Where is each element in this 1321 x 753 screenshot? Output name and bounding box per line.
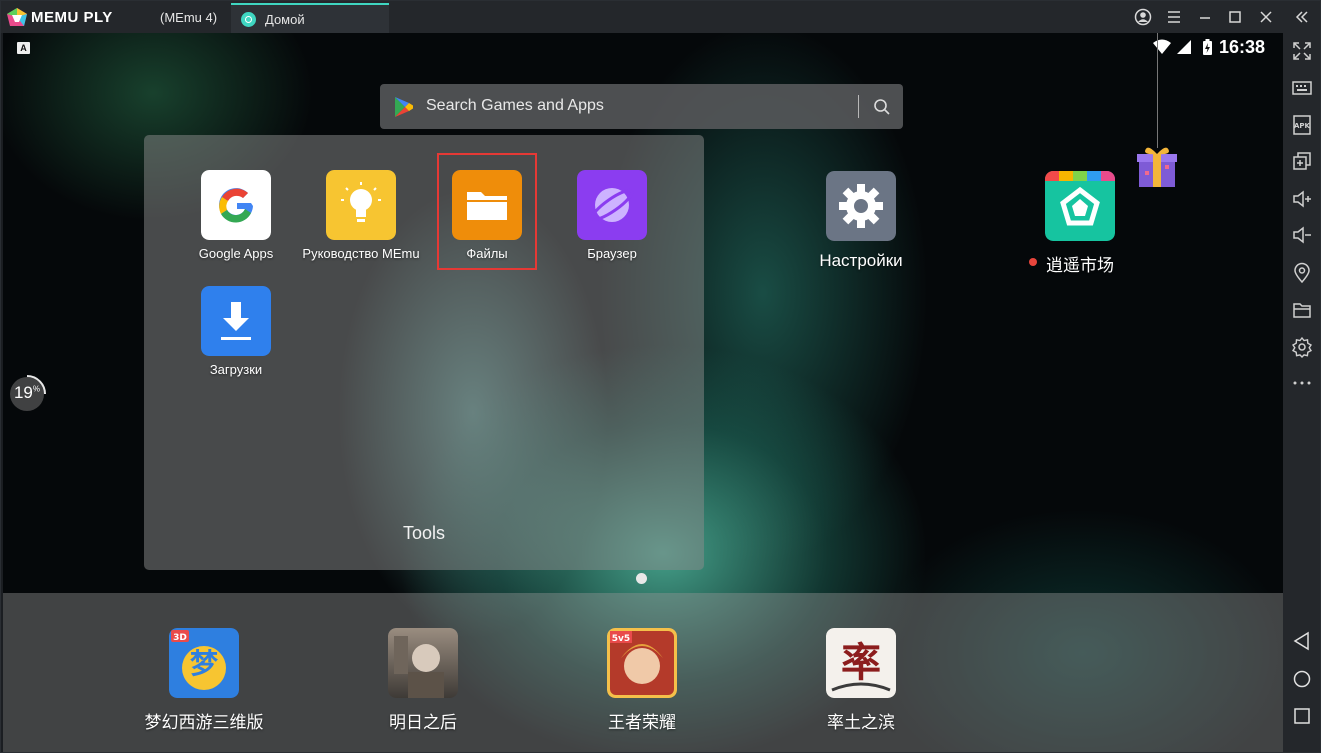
search-divider [858,95,859,118]
signal-icon [1177,40,1191,54]
memu-window: MEMU PLY (MEmu 4) Домой A 16:38 Search G… [0,0,1321,753]
minimize-icon[interactable] [1195,7,1215,27]
collapse-icon[interactable] [1292,7,1312,27]
app-label: 梦幻西游三维版 [144,713,264,732]
game-dream-icon: 梦 3D [169,628,239,698]
app-label: Руководство MEmu [302,246,420,261]
tool-sidebar: APK [1283,33,1320,752]
keyboard-icon[interactable] [1291,77,1313,99]
tools-folder: Google Apps Руководство MEmu Файлы Брауз… [144,135,704,570]
download-icon [201,286,271,356]
tab-home-label: Домой [265,12,305,27]
android-screen[interactable]: A 16:38 Search Games and Apps Google App… [3,33,1283,752]
new-badge-dot [1029,258,1037,266]
search-input[interactable]: Search Games and Apps [426,97,604,115]
user-icon[interactable] [1133,7,1153,27]
brand-name: MEMU PLY [31,9,113,26]
files-icon[interactable] [1291,299,1313,321]
planet-icon [577,170,647,240]
fullscreen-icon[interactable] [1291,40,1313,62]
svg-text:率: 率 [841,639,881,686]
app-label: 明日之后 [389,713,457,732]
lightbulb-icon [326,170,396,240]
app-label: Браузер [587,246,637,261]
svg-text:5v5: 5v5 [612,634,630,644]
game-land-icon: 率 [826,628,896,698]
market-icon [1045,171,1115,241]
app-label: Google Apps [198,246,274,261]
back-icon[interactable] [1291,630,1313,652]
selection-highlight [437,153,537,270]
close-icon[interactable] [1256,7,1276,27]
input-method-badge: A [17,42,30,54]
title-bar: MEMU PLY (MEmu 4) Домой [1,1,1320,33]
svg-text:3D: 3D [173,633,187,643]
volume-down-icon[interactable] [1291,224,1313,246]
svg-text:APK: APK [1294,122,1311,130]
game-tomorrow-icon [388,628,458,698]
instance-name: (MEmu 4) [160,10,218,25]
brand-play: Y [102,9,113,26]
app-label: Настройки [819,251,903,270]
maximize-icon[interactable] [1225,7,1245,27]
app-label: 逍遥市场 [1046,256,1114,275]
memu-logo-icon [7,8,27,26]
volume-up-icon[interactable] [1291,188,1313,210]
progress-value: 19% [8,383,46,403]
search-icon[interactable] [872,97,892,117]
status-icons [1153,39,1212,55]
app-label: 率土之滨 [827,713,895,732]
more-icon[interactable] [1291,372,1313,394]
page-indicator-dot [636,573,647,584]
wifi-icon [1153,39,1171,54]
recents-icon[interactable] [1291,705,1313,727]
dock: 梦 3D 梦幻西游三维版 明日之后 5v5 王者荣耀 率 率土之滨 [3,593,1283,752]
multi-window-icon[interactable] [1291,150,1313,172]
search-bar[interactable]: Search Games and Apps [380,84,903,129]
game-honor-icon: 5v5 [607,628,677,698]
location-icon[interactable] [1291,262,1313,284]
apk-icon[interactable]: APK [1291,114,1313,136]
status-clock: 16:38 [1219,37,1266,57]
google-icon [201,170,271,240]
progress-unit: % [32,384,41,394]
menu-icon[interactable] [1164,7,1184,27]
app-label: 王者荣耀 [608,713,676,732]
tab-home[interactable]: Домой [231,3,389,33]
settings-icon[interactable] [1291,336,1313,358]
gear-icon [826,171,896,241]
progress-number: 19 [13,383,33,402]
home-tab-icon [241,12,256,27]
svg-text:梦: 梦 [190,647,219,680]
brand-memu: MEMU PL [31,9,103,26]
home-icon[interactable] [1291,668,1313,690]
gift-string [1157,33,1158,148]
app-label: Загрузки [209,362,263,377]
folder-name[interactable]: Tools [144,523,704,544]
play-store-icon [395,97,413,117]
gift-icon[interactable] [1135,143,1179,189]
